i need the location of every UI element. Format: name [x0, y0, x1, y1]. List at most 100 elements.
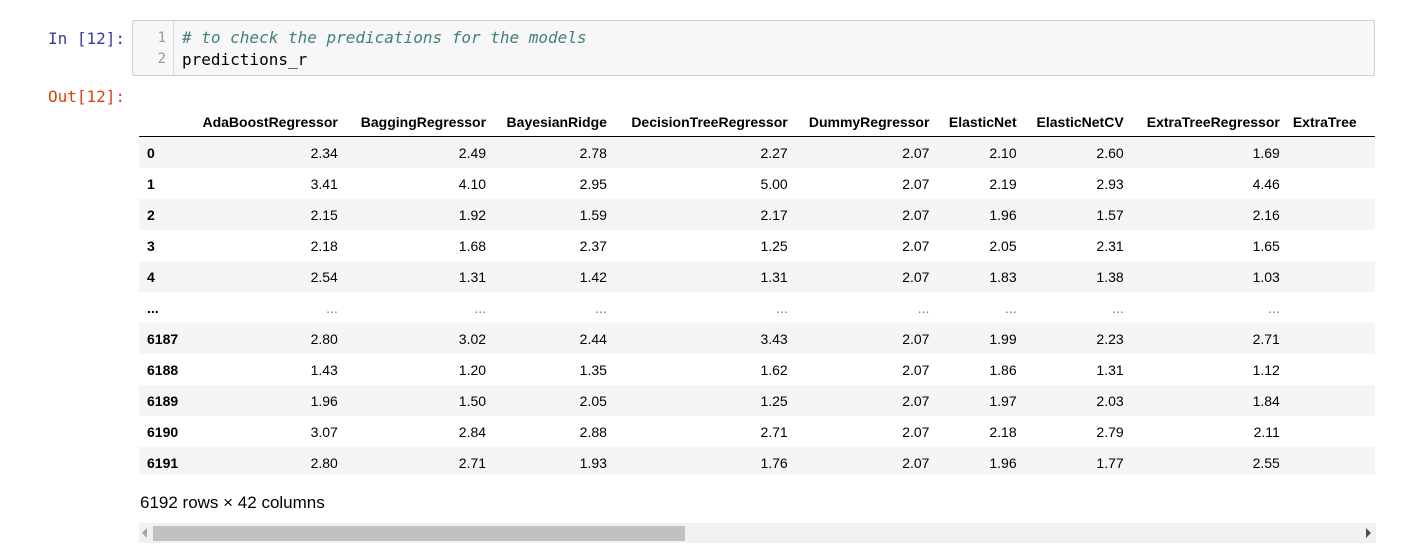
column-header: BayesianRidge — [494, 100, 615, 137]
column-header: AdaBoostRegressor — [188, 100, 346, 137]
table-cell: 1.57 — [1096, 206, 1124, 223]
table-cell: 1.77 — [1096, 454, 1124, 471]
table-cell: 2.84 — [458, 423, 487, 440]
table-cell: 1.96 — [310, 392, 338, 409]
table-cell: ... — [326, 299, 338, 316]
table-cell: 1.86 — [989, 361, 1017, 378]
table-cell: 2.60 — [1096, 144, 1124, 161]
code-comment-line[interactable]: # to check the predications for the mode… — [182, 28, 587, 47]
row-index: 2 — [147, 206, 155, 223]
table-cell: 2.95 — [579, 175, 607, 192]
table-row: 6189 1.96 1.50 2.05 1.25 2.07 1.97 2.03 1.84 — [139, 385, 1375, 416]
table-cell — [1288, 416, 1375, 447]
table-cell: 2.88 — [579, 423, 607, 440]
table-cell: 2.44 — [579, 330, 607, 347]
table-cell: 2.07 — [902, 423, 930, 440]
table-cell: 2.71 — [458, 454, 487, 471]
table-cell: 1.62 — [760, 361, 788, 378]
table-cell: 2.80 — [310, 454, 338, 471]
table-cell: 2.27 — [760, 144, 788, 161]
table-cell: 1.68 — [458, 237, 487, 254]
table-cell: 2.17 — [760, 206, 788, 223]
row-index: 6189 — [147, 392, 179, 409]
table-cell: 2.34 — [310, 144, 338, 161]
table-cell: 2.07 — [902, 144, 930, 161]
table-cell: 2.19 — [989, 175, 1017, 192]
line-number: 1 — [157, 30, 166, 46]
table-cell: 1.31 — [1096, 361, 1124, 378]
table-cell: 5.00 — [760, 175, 788, 192]
table-cell — [1288, 230, 1375, 261]
table-cell: 2.07 — [902, 237, 930, 254]
scroll-left-arrow-icon[interactable] — [142, 528, 147, 538]
table-row: 6191 2.80 2.71 1.93 1.76 2.07 1.96 1.77 2.55 — [139, 447, 1375, 475]
table-cell: 2.55 — [1252, 454, 1280, 471]
table-row: 6187 2.80 3.02 2.44 3.43 2.07 1.99 2.23 2.71 — [139, 323, 1375, 354]
table-cell: 2.54 — [310, 268, 338, 285]
table-cell: 2.71 — [1252, 330, 1280, 347]
scrollbar-thumb[interactable] — [153, 526, 685, 541]
row-index: 6188 — [147, 361, 179, 378]
table-cell: 1.65 — [1252, 237, 1280, 254]
table-cell: 2.05 — [989, 237, 1017, 254]
table-cell — [1288, 168, 1375, 199]
table-cell: ... — [1004, 299, 1017, 316]
table-cell: 1.69 — [1252, 144, 1280, 161]
code-line[interactable]: predictions_r — [182, 50, 307, 69]
table-cell: 2.05 — [579, 392, 607, 409]
table-cell: 2.15 — [310, 206, 338, 223]
dataframe-table: AdaBoostRegressor BaggingRegressor Bayesia… — [139, 100, 1375, 475]
table-cell: 1.38 — [1096, 268, 1124, 285]
table-cell: ... — [595, 299, 607, 316]
table-cell: 2.78 — [579, 144, 607, 161]
row-index: 0 — [147, 144, 155, 161]
column-header: ElasticNet — [937, 100, 1025, 137]
table-cell — [1288, 261, 1375, 292]
table-body: 0 2.34 2.49 2.78 2.27 2.07 2.10 2.60 1.69 1 3.41 4.… — [139, 136, 1375, 475]
table-cell: 2.07 — [902, 454, 930, 471]
table-cell — [1288, 199, 1375, 230]
table-cell: 1.76 — [760, 454, 788, 471]
column-header: BaggingRegressor — [345, 100, 495, 137]
table-cell: 2.11 — [1253, 423, 1280, 440]
table-cell: 3.41 — [310, 175, 338, 192]
table-cell: 2.07 — [902, 175, 930, 192]
line-number: 2 — [157, 51, 166, 67]
horizontal-scrollbar[interactable] — [139, 523, 1376, 543]
table-cell: 2.07 — [902, 206, 930, 223]
table-cell: 2.79 — [1096, 423, 1124, 440]
table-cell: 2.03 — [1096, 392, 1124, 409]
row-index: ... — [147, 299, 159, 316]
table-row: 0 2.34 2.49 2.78 2.27 2.07 2.10 2.60 1.69 — [139, 136, 1375, 169]
code-editor[interactable]: 1 2 # to check the predications for the … — [132, 20, 1375, 76]
table-cell: 3.07 — [310, 423, 338, 440]
table-cell: 2.31 — [1096, 237, 1124, 254]
table-cell — [1288, 447, 1375, 475]
table-cell: 1.31 — [760, 268, 788, 285]
table-cell — [1288, 137, 1375, 169]
scroll-right-arrow-icon[interactable] — [1366, 528, 1371, 538]
table-cell: 1.99 — [989, 330, 1017, 347]
table-cell: 2.80 — [310, 330, 338, 347]
column-header: ExtraTree — [1287, 100, 1375, 137]
row-index: 6191 — [147, 454, 179, 471]
table-cell: 3.02 — [458, 330, 487, 347]
table-cell: 4.10 — [458, 175, 487, 192]
table-row: 6190 3.07 2.84 2.88 2.71 2.07 2.18 2.79 2.11 — [139, 416, 1375, 447]
table-cell: 1.31 — [458, 268, 487, 285]
table-cell — [1288, 323, 1375, 354]
dataframe-output: AdaBoostRegressor BaggingRegressor Bayesia… — [139, 100, 1375, 475]
input-prompt: In [12]: — [48, 29, 126, 48]
table-cell: 1.84 — [1252, 392, 1280, 409]
table-row: ........................... — [139, 292, 1375, 323]
dataframe-shape-label: 6192 rows × 42 columns — [140, 493, 325, 512]
table-cell: 2.07 — [902, 330, 930, 347]
column-header: ExtraTreeRegressor — [1131, 100, 1288, 137]
table-cell: 1.50 — [458, 392, 487, 409]
table-cell: 1.83 — [989, 268, 1017, 285]
table-cell: ... — [917, 299, 930, 316]
table-cell: 2.93 — [1096, 175, 1124, 192]
table-cell: 2.07 — [902, 361, 930, 378]
table-cell: ... — [1268, 299, 1280, 316]
row-index: 4 — [147, 268, 155, 285]
